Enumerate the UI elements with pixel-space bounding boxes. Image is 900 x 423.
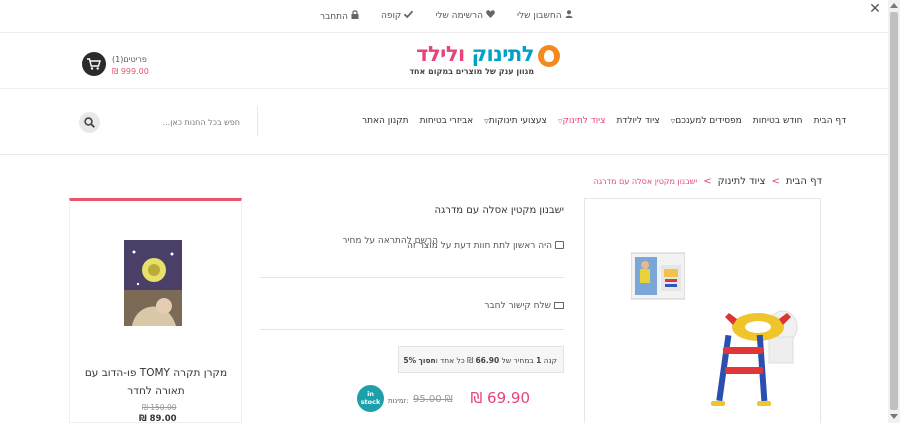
- product-box-thumbnail[interactable]: [631, 251, 685, 301]
- related-old-price: ₪ 150.00: [142, 403, 177, 412]
- scroll-down-arrow-icon[interactable]: [890, 414, 898, 419]
- price-alert-link[interactable]: הרשם להתראה על מחיר: [342, 236, 438, 246]
- share-link[interactable]: שלח קישור לחבר: [440, 301, 564, 311]
- user-icon: [565, 10, 573, 21]
- nav-item-baby-toys[interactable]: צעצועי תינוקות▽: [484, 116, 547, 126]
- nav-item-maternity[interactable]: ציוד ליולדת: [617, 116, 660, 126]
- nav-row: דף הבית חודש בטיחות מפסידים למענכם▽ ציוד…: [0, 89, 888, 155]
- logo-mark-icon: [538, 45, 560, 67]
- cart-icon: [87, 58, 101, 70]
- my-account-link[interactable]: החשבון שלי: [517, 10, 573, 22]
- header: (1)פריטים ₪ 999.00 לתינוק ולילד מגוון ענ…: [0, 33, 888, 89]
- nav-item-safety-month[interactable]: חודש בטיחות: [753, 116, 803, 126]
- breadcrumb: דף הבית > ציוד לתינוק > ישבנון מקטין אסלה עם…: [594, 176, 822, 187]
- product-title: ישבנון מקטין אסלה עם מדרגה: [434, 205, 564, 216]
- checkout-link[interactable]: קופה: [381, 10, 414, 22]
- site-logo[interactable]: לתינוק ולילד מגוון ענק של מוצרים במקום א…: [409, 42, 560, 80]
- search-divider: [257, 106, 258, 136]
- review-prompt: היה ראשון לתת חוות דעת על מוצר זה הרשם לה…: [300, 236, 564, 251]
- product-photo[interactable]: [703, 307, 799, 407]
- breadcrumb-separator: >: [771, 176, 780, 187]
- divider: [260, 329, 564, 330]
- scrollbar[interactable]: [888, 0, 900, 423]
- logo-text: לתינוק ולילד: [416, 42, 534, 66]
- heart-icon: [486, 10, 495, 21]
- search-button[interactable]: [79, 112, 100, 133]
- breadcrumb-separator: >: [703, 176, 712, 187]
- login-link[interactable]: התחבר: [320, 10, 359, 22]
- lock-icon: [351, 10, 359, 22]
- special-price: 69.90 ₪: [470, 389, 530, 407]
- envelope-icon: [554, 302, 564, 309]
- scrollbar-thumb[interactable]: [890, 12, 898, 410]
- nav-item-safety-accessories[interactable]: אביזרי בטיחות: [420, 116, 474, 126]
- search-icon: [84, 117, 95, 128]
- cart-total: ₪ 999.00: [112, 67, 149, 76]
- logo-tagline: מגוון ענק של מוצרים במקום אחד: [409, 67, 534, 76]
- old-price: 95.00 ₪: [413, 394, 453, 405]
- check-icon: [404, 10, 414, 21]
- close-icon[interactable]: ✕: [867, 2, 883, 16]
- cart-item-count[interactable]: (1)פריטים: [112, 55, 147, 64]
- top-bar: החשבון שלי הרשימה שלי קופה התחבר ✕: [0, 0, 888, 33]
- comment-icon: [555, 241, 564, 249]
- scroll-up-arrow-icon[interactable]: [890, 3, 898, 8]
- divider: [260, 277, 564, 278]
- breadcrumb-current: ישבנון מקטין אסלה עם מדרגה: [593, 177, 698, 186]
- nav-item-baby-gear[interactable]: ציוד לתינוק▽: [558, 116, 606, 126]
- tier-price-box: קנה 1 במחיר של 66.90 ₪ כל אחד וחסוך 5%: [398, 346, 564, 373]
- related-product-image[interactable]: [124, 240, 182, 326]
- search-input[interactable]: חפש בכל החנות כאן...: [160, 118, 240, 127]
- related-special-price: ₪ 89.00: [139, 414, 177, 423]
- related-product-title[interactable]: מקרן תקרה TOMY פו-הדוב עם תאורה לחדר: [75, 364, 237, 400]
- my-wishlist-link[interactable]: הרשימה שלי: [435, 10, 495, 22]
- top-links: החשבון שלי הרשימה שלי קופה התחבר: [320, 10, 573, 22]
- nav-item-terms[interactable]: תקנון האתר: [362, 116, 409, 126]
- product-image-box[interactable]: [584, 198, 821, 423]
- breadcrumb-home[interactable]: דף הבית: [786, 176, 822, 187]
- nav-item-losing-for-you[interactable]: מפסידים למענכם▽: [671, 116, 742, 126]
- availability-label: זמינות:: [388, 397, 409, 405]
- in-stock-badge: in stock: [357, 385, 384, 412]
- main-nav: דף הבית חודש בטיחות מפסידים למענכם▽ ציוד…: [362, 116, 846, 126]
- cart-button[interactable]: [82, 52, 106, 76]
- breadcrumb-category[interactable]: ציוד לתינוק: [718, 176, 766, 187]
- nav-item-home[interactable]: דף הבית: [814, 116, 847, 126]
